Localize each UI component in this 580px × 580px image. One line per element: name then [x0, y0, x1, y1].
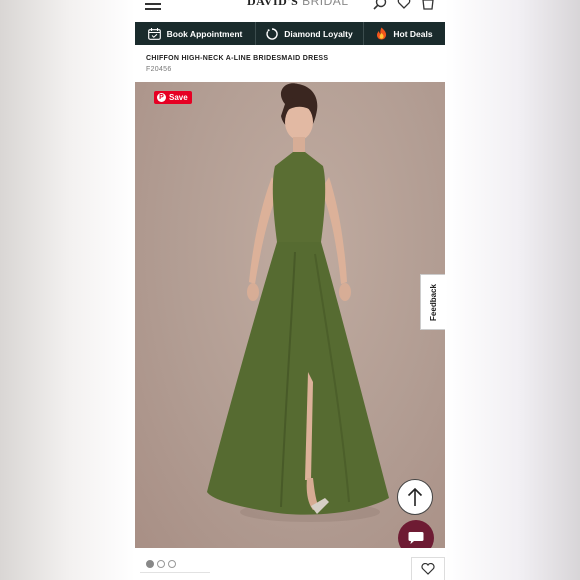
header-icons	[373, 0, 435, 10]
menu-icon[interactable]	[145, 0, 161, 10]
wishlist-button[interactable]	[411, 557, 445, 580]
nav-diamond-loyalty[interactable]: Diamond Loyalty	[256, 22, 364, 45]
product-header: CHIFFON HIGH-NECK A-LINE BRIDESMAID DRES…	[146, 55, 328, 73]
logo-secondary: BRIDAL	[302, 0, 349, 8]
nav-label-deals: Hot Deals	[393, 28, 433, 39]
heart-icon[interactable]	[397, 0, 411, 10]
product-sku: F20456	[146, 66, 172, 73]
calendar-icon	[147, 27, 161, 40]
bag-icon[interactable]	[421, 0, 435, 10]
carousel-dots	[146, 560, 176, 568]
pinterest-save-button[interactable]: P Save	[154, 91, 192, 104]
carousel-dot-2[interactable]	[157, 560, 165, 568]
nav-hot-deals[interactable]: Hot Deals	[364, 22, 445, 45]
feedback-tab[interactable]: Feedback	[420, 274, 445, 330]
product-title: CHIFFON HIGH-NECK A-LINE BRIDESMAID DRES…	[146, 55, 329, 62]
heart-outline-icon	[421, 563, 435, 575]
feedback-label: Feedback	[428, 283, 438, 321]
search-icon[interactable]	[373, 0, 387, 10]
logo-primary: DAVID'S	[247, 0, 299, 8]
model-illustration	[207, 83, 389, 522]
product-image[interactable]: P Save Feedback	[135, 82, 445, 548]
arrow-up-icon	[407, 487, 423, 506]
site-logo[interactable]: DAVID'S BRIDAL	[247, 0, 349, 9]
scroll-to-top-button[interactable]	[397, 479, 433, 515]
pinterest-save-label: Save	[169, 93, 188, 102]
thumbnail-strip	[140, 572, 210, 580]
flame-icon	[377, 27, 387, 40]
nav-label-loyalty: Diamond Loyalty	[284, 28, 353, 39]
pinterest-icon: P	[157, 93, 166, 102]
nav-book-appointment[interactable]: Book Appointment	[135, 22, 256, 45]
carousel-dot-3[interactable]	[168, 560, 176, 568]
nav-label-book: Book Appointment	[166, 28, 243, 39]
chat-button[interactable]	[398, 520, 434, 548]
promo-navbar: Book Appointment Diamond Loyalty Hot Dea…	[135, 22, 445, 45]
top-header: DAVID'S BRIDAL	[135, 0, 445, 12]
chat-bubble-icon	[408, 532, 424, 544]
mobile-page: DAVID'S BRIDAL Book Appointment Diamond …	[135, 0, 445, 580]
carousel-dot-1[interactable]	[146, 560, 154, 568]
loyalty-ring-icon	[266, 27, 278, 40]
